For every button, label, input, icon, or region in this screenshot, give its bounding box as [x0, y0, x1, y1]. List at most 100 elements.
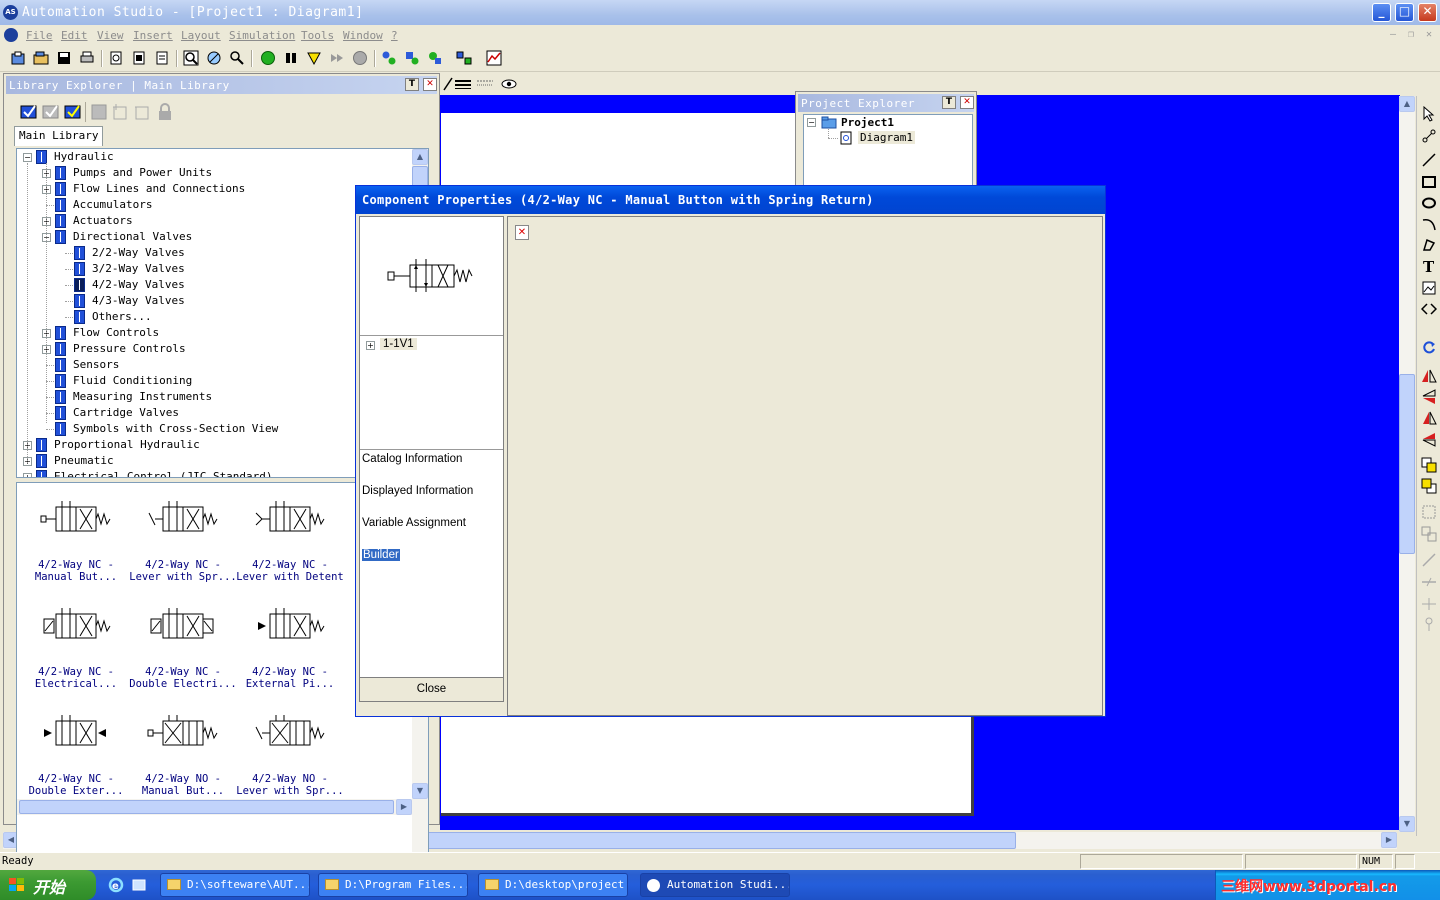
tab-main-library[interactable]: Main Library	[14, 126, 104, 146]
library-icon[interactable]	[404, 50, 420, 66]
zoom-icon[interactable]	[183, 50, 199, 66]
flip-horizontal-icon[interactable]	[1421, 368, 1437, 384]
gallery-item[interactable]: 4/2-Way NC - Double Exter...	[21, 701, 131, 801]
tree-scroll-up-button[interactable]: ▲	[412, 149, 428, 165]
tree-node[interactable]: Sensors	[17, 357, 412, 373]
pin-icon[interactable]: T	[405, 78, 419, 91]
tree-node[interactable]: + Flow Lines and Connections	[17, 181, 412, 197]
step-simulation-icon[interactable]	[306, 50, 322, 66]
zoom-fit-icon[interactable]	[229, 50, 245, 66]
task-project-folder[interactable]: D:\desktop\project	[478, 873, 628, 897]
internet-explorer-icon[interactable]: e	[108, 877, 124, 893]
tree-node[interactable]: Cartridge Valves	[17, 405, 412, 421]
expand-component-icon[interactable]: +	[366, 341, 375, 350]
dialog-close-button[interactable]: Close	[359, 677, 504, 702]
gallery-item[interactable]: 4/2-Way NC - External Pi...	[235, 594, 345, 694]
close-window-button[interactable]: ✕	[1418, 3, 1437, 22]
draw-ellipse-icon[interactable]	[1421, 195, 1437, 211]
tree-node[interactable]: − Hydraulic	[17, 149, 412, 165]
save-icon[interactable]	[56, 50, 72, 66]
pause-simulation-icon[interactable]	[283, 50, 299, 66]
menu-layout[interactable]: Layout	[181, 29, 221, 42]
project-tree[interactable]: − Project1 Diagram1	[803, 114, 973, 189]
insert-image-icon[interactable]	[1421, 280, 1437, 296]
slow-motion-icon[interactable]	[329, 50, 345, 66]
pan-icon[interactable]	[206, 50, 222, 66]
pin-icon[interactable]: T	[942, 96, 956, 109]
task-softeware-folder[interactable]: D:\softeware\AUT...	[160, 873, 310, 897]
print-icon[interactable]	[79, 50, 95, 66]
menu-window[interactable]: Window	[343, 29, 383, 42]
show-desktop-icon[interactable]	[131, 877, 147, 893]
draw-arc-icon[interactable]	[1421, 216, 1437, 232]
gallery-item[interactable]: 4/2-Way NC - Manual But...	[21, 487, 131, 587]
select-arrow-icon[interactable]	[1421, 106, 1437, 122]
tree-node[interactable]: + Pressure Controls	[17, 341, 412, 357]
line-weight-icon[interactable]	[454, 77, 472, 91]
tree-node[interactable]: + Proportional Hydraulic	[17, 437, 412, 453]
page-icon[interactable]	[108, 50, 124, 66]
expand-icon[interactable]: +	[23, 473, 32, 477]
gallery-item[interactable]: 4/2-Way NC - Lever with Detent	[235, 487, 345, 587]
menu-view[interactable]: View	[97, 29, 124, 42]
tree-node[interactable]: Accumulators	[17, 197, 412, 213]
tree-node[interactable]: + Pneumatic	[17, 453, 412, 469]
menu-edit[interactable]: Edit	[61, 29, 88, 42]
mdi-minimize-icon[interactable]: –	[1390, 29, 1396, 40]
tree-node[interactable]: Measuring Instruments	[17, 389, 412, 405]
tree-node[interactable]: 4/2-Way Valves	[17, 277, 412, 293]
tree-node[interactable]: 3/2-Way Valves	[17, 261, 412, 277]
component-id-node[interactable]: 1-1V1	[380, 338, 417, 350]
mdi-close-icon[interactable]: ✕	[1426, 29, 1432, 40]
draw-rectangle-icon[interactable]	[1421, 174, 1437, 190]
text-tool-icon[interactable]: T	[1421, 258, 1437, 274]
project-icon[interactable]	[381, 50, 397, 66]
task-program-files-folder[interactable]: D:\Program Files...	[318, 873, 468, 897]
nav-displayed-information[interactable]: Displayed Information	[362, 485, 473, 497]
gallery-item[interactable]: 4/2-Way NO - Lever with Spr...	[235, 701, 345, 801]
visibility-icon[interactable]	[500, 76, 518, 92]
draw-polygon-icon[interactable]	[1421, 237, 1437, 253]
library-edit-icon[interactable]	[41, 102, 61, 122]
project-diagram-item[interactable]: Diagram1	[858, 131, 915, 144]
stop-simulation-icon[interactable]	[352, 50, 368, 66]
project-root-label[interactable]: Project1	[841, 116, 894, 129]
menu-help[interactable]: ?	[391, 29, 398, 42]
line-style-icon[interactable]	[476, 77, 494, 91]
ungroup-icon[interactable]	[1421, 526, 1437, 542]
tree-node[interactable]: Others...	[17, 309, 412, 325]
doc-logo-icon[interactable]	[4, 28, 18, 42]
link-icon[interactable]	[456, 50, 472, 66]
new-icon[interactable]	[10, 50, 26, 66]
nav-builder[interactable]: Builder	[362, 549, 400, 561]
gallery-scroll-right-button[interactable]: ▶	[396, 799, 412, 815]
menu-simulation[interactable]: Simulation	[229, 29, 295, 42]
maximize-button[interactable]: □	[1395, 3, 1414, 22]
document-icon[interactable]	[154, 50, 170, 66]
gallery-item[interactable]: 4/2-Way NO - Manual But...	[128, 701, 238, 801]
component-icon[interactable]	[427, 50, 443, 66]
code-icon[interactable]	[1421, 301, 1437, 317]
tree-node[interactable]: + Actuators	[17, 213, 412, 229]
task-automation-studio[interactable]: Automation Studi...	[640, 873, 790, 897]
close-panel-icon[interactable]: ✕	[423, 78, 437, 91]
collapse-icon[interactable]: −	[23, 153, 32, 162]
scroll-up-button[interactable]: ▲	[1399, 96, 1415, 112]
bring-front-icon[interactable]	[1421, 457, 1437, 473]
scroll-down-button[interactable]: ▼	[1399, 816, 1415, 832]
tree-node[interactable]: Symbols with Cross-Section View	[17, 421, 412, 437]
tree-node[interactable]: − Directional Valves	[17, 229, 412, 245]
copy-page-icon[interactable]	[131, 50, 147, 66]
group-icon[interactable]	[1421, 504, 1437, 520]
minimize-button[interactable]: _	[1372, 3, 1391, 22]
canvas-vertical-scrollbar[interactable]: ▲ ▼	[1399, 96, 1415, 832]
connect-icon[interactable]	[1421, 128, 1437, 144]
run-simulation-icon[interactable]	[260, 50, 276, 66]
gallery-scroll-down-button[interactable]: ▼	[412, 783, 428, 799]
menu-file[interactable]: File	[26, 29, 53, 42]
gallery-horizontal-scrollbar[interactable]: ▶	[17, 799, 412, 815]
menu-tools[interactable]: Tools	[301, 29, 334, 42]
tree-node[interactable]: + Flow Controls	[17, 325, 412, 341]
tree-node[interactable]: 4/3-Way Valves	[17, 293, 412, 309]
tree-node[interactable]: 2/2-Way Valves	[17, 245, 412, 261]
